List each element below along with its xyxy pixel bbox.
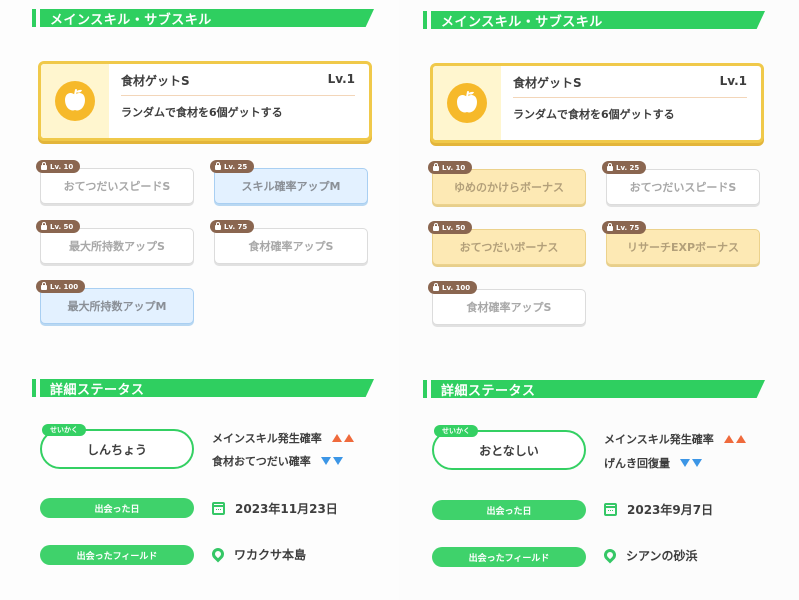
- main-skill-name: 食材ゲットS: [121, 74, 190, 88]
- location-pin-icon: [209, 545, 227, 562]
- level-badge: Lv. 10: [36, 160, 81, 173]
- lock-icon: [433, 283, 439, 291]
- sub-skill[interactable]: Lv. 25 スキル確率アップM: [210, 160, 368, 204]
- sub-skill-button[interactable]: 食材確率アップS: [432, 289, 586, 325]
- sub-skill-button[interactable]: 最大所持数アップS: [40, 228, 194, 264]
- up-arrows-icon: [723, 435, 746, 443]
- nature-effect-down: 食材おてつだい確率: [212, 453, 343, 469]
- met-field: ワカクサ本島: [209, 545, 306, 563]
- met-field: シアンの砂浜: [601, 546, 698, 564]
- main-skill-name: 食材ゲットS: [513, 76, 582, 90]
- level-badge: Lv. 100: [36, 280, 86, 293]
- right-panel: メインスキル・サブスキル 食材ゲットS Lv.1 ランダムで食材を6個ゲットする…: [399, 0, 799, 600]
- level-badge: Lv. 50: [428, 221, 473, 234]
- level-badge: Lv. 25: [602, 161, 647, 174]
- met-field-label: 出会ったフィールド: [40, 545, 194, 565]
- lock-icon: [215, 222, 221, 230]
- lock-icon: [607, 163, 613, 171]
- main-skill-level: Lv.1: [719, 74, 747, 88]
- sub-skill[interactable]: Lv. 75 リサーチEXPボーナス: [602, 221, 760, 265]
- down-arrows-icon: [320, 457, 343, 465]
- met-date: 2023年9月7日: [604, 501, 713, 518]
- level-badge: Lv. 75: [602, 221, 647, 234]
- section-title: メインスキル・サブスキル: [441, 14, 603, 30]
- location-pin-icon: [601, 546, 619, 563]
- sub-skill-button[interactable]: 食材確率アップS: [214, 228, 368, 264]
- sub-skill-button[interactable]: おてつだいスピードS: [606, 169, 760, 205]
- up-arrows-icon: [331, 434, 354, 442]
- nature-effect-down: げんき回復量: [604, 455, 702, 471]
- main-skill-card[interactable]: 食材ゲットS Lv.1 ランダムで食材を6個ゲットする: [430, 63, 764, 143]
- sub-skill-button[interactable]: おてつだいスピードS: [40, 168, 194, 204]
- skills-section-header: メインスキル・サブスキル: [423, 9, 765, 31]
- sub-skill-button[interactable]: 最大所持数アップM: [40, 288, 194, 324]
- met-date: 2023年11月23日: [212, 500, 338, 517]
- lock-icon: [433, 163, 439, 171]
- sub-skill[interactable]: Lv. 10 おてつだいスピードS: [36, 160, 194, 204]
- level-badge: Lv. 10: [428, 161, 473, 174]
- nature-box: せいかく しんちょう: [40, 424, 194, 469]
- main-skill-description: ランダムで食材を6個ゲットする: [121, 106, 283, 119]
- status-section-header: 詳細ステータス: [32, 377, 374, 399]
- level-badge: Lv. 75: [210, 220, 255, 233]
- main-skill-card[interactable]: 食材ゲットS Lv.1 ランダムで食材を6個ゲットする: [38, 61, 372, 141]
- sub-skill[interactable]: Lv. 75 食材確率アップS: [210, 220, 368, 264]
- sub-skill-button[interactable]: おてつだいボーナス: [432, 229, 586, 265]
- nature-tag: せいかく: [434, 425, 478, 437]
- lock-icon: [41, 282, 47, 290]
- nature-value: おとなしい: [479, 443, 539, 458]
- met-date-label: 出会った日: [40, 498, 194, 518]
- sub-skill[interactable]: Lv. 100 最大所持数アップM: [36, 280, 194, 324]
- sub-skill-button[interactable]: ゆめのかけらボーナス: [432, 169, 586, 205]
- level-badge: Lv. 50: [36, 220, 81, 233]
- skills-section-header: メインスキル・サブスキル: [32, 7, 374, 29]
- lock-icon: [41, 222, 47, 230]
- met-date-label: 出会った日: [432, 500, 586, 520]
- sub-skill[interactable]: Lv. 50 最大所持数アップS: [36, 220, 194, 264]
- apple-icon: [447, 83, 487, 123]
- lock-icon: [41, 162, 47, 170]
- sub-skill[interactable]: Lv. 10 ゆめのかけらボーナス: [428, 161, 586, 205]
- lock-icon: [607, 223, 613, 231]
- section-title: メインスキル・サブスキル: [50, 12, 212, 28]
- lock-icon: [433, 223, 439, 231]
- sub-skill-button[interactable]: リサーチEXPボーナス: [606, 229, 760, 265]
- main-skill-description: ランダムで食材を6個ゲットする: [513, 108, 675, 121]
- nature-value: しんちょう: [86, 442, 147, 457]
- calendar-icon: [212, 502, 225, 515]
- apple-icon: [55, 81, 95, 121]
- main-skill-level: Lv.1: [327, 72, 355, 86]
- sub-skill-button[interactable]: スキル確率アップM: [214, 168, 368, 204]
- calendar-icon: [604, 503, 617, 516]
- level-badge: Lv. 100: [428, 281, 478, 294]
- met-field-label: 出会ったフィールド: [432, 547, 586, 567]
- nature-effect-up: メインスキル発生確率: [604, 431, 746, 447]
- section-title: 詳細ステータス: [441, 383, 536, 399]
- sub-skill[interactable]: Lv. 25 おてつだいスピードS: [602, 161, 760, 205]
- left-panel: メインスキル・サブスキル 食材ゲットS Lv.1 ランダムで食材を6個ゲットする…: [0, 0, 400, 600]
- nature-box: せいかく おとなしい: [432, 425, 586, 470]
- lock-icon: [215, 162, 221, 170]
- down-arrows-icon: [680, 459, 702, 467]
- nature-effect-up: メインスキル発生確率: [212, 430, 354, 446]
- section-title: 詳細ステータス: [50, 382, 145, 398]
- level-badge: Lv. 25: [210, 160, 255, 173]
- sub-skill[interactable]: Lv. 100 食材確率アップS: [428, 281, 586, 325]
- nature-tag: せいかく: [42, 424, 86, 436]
- status-section-header: 詳細ステータス: [423, 378, 765, 400]
- sub-skill[interactable]: Lv. 50 おてつだいボーナス: [428, 221, 586, 265]
